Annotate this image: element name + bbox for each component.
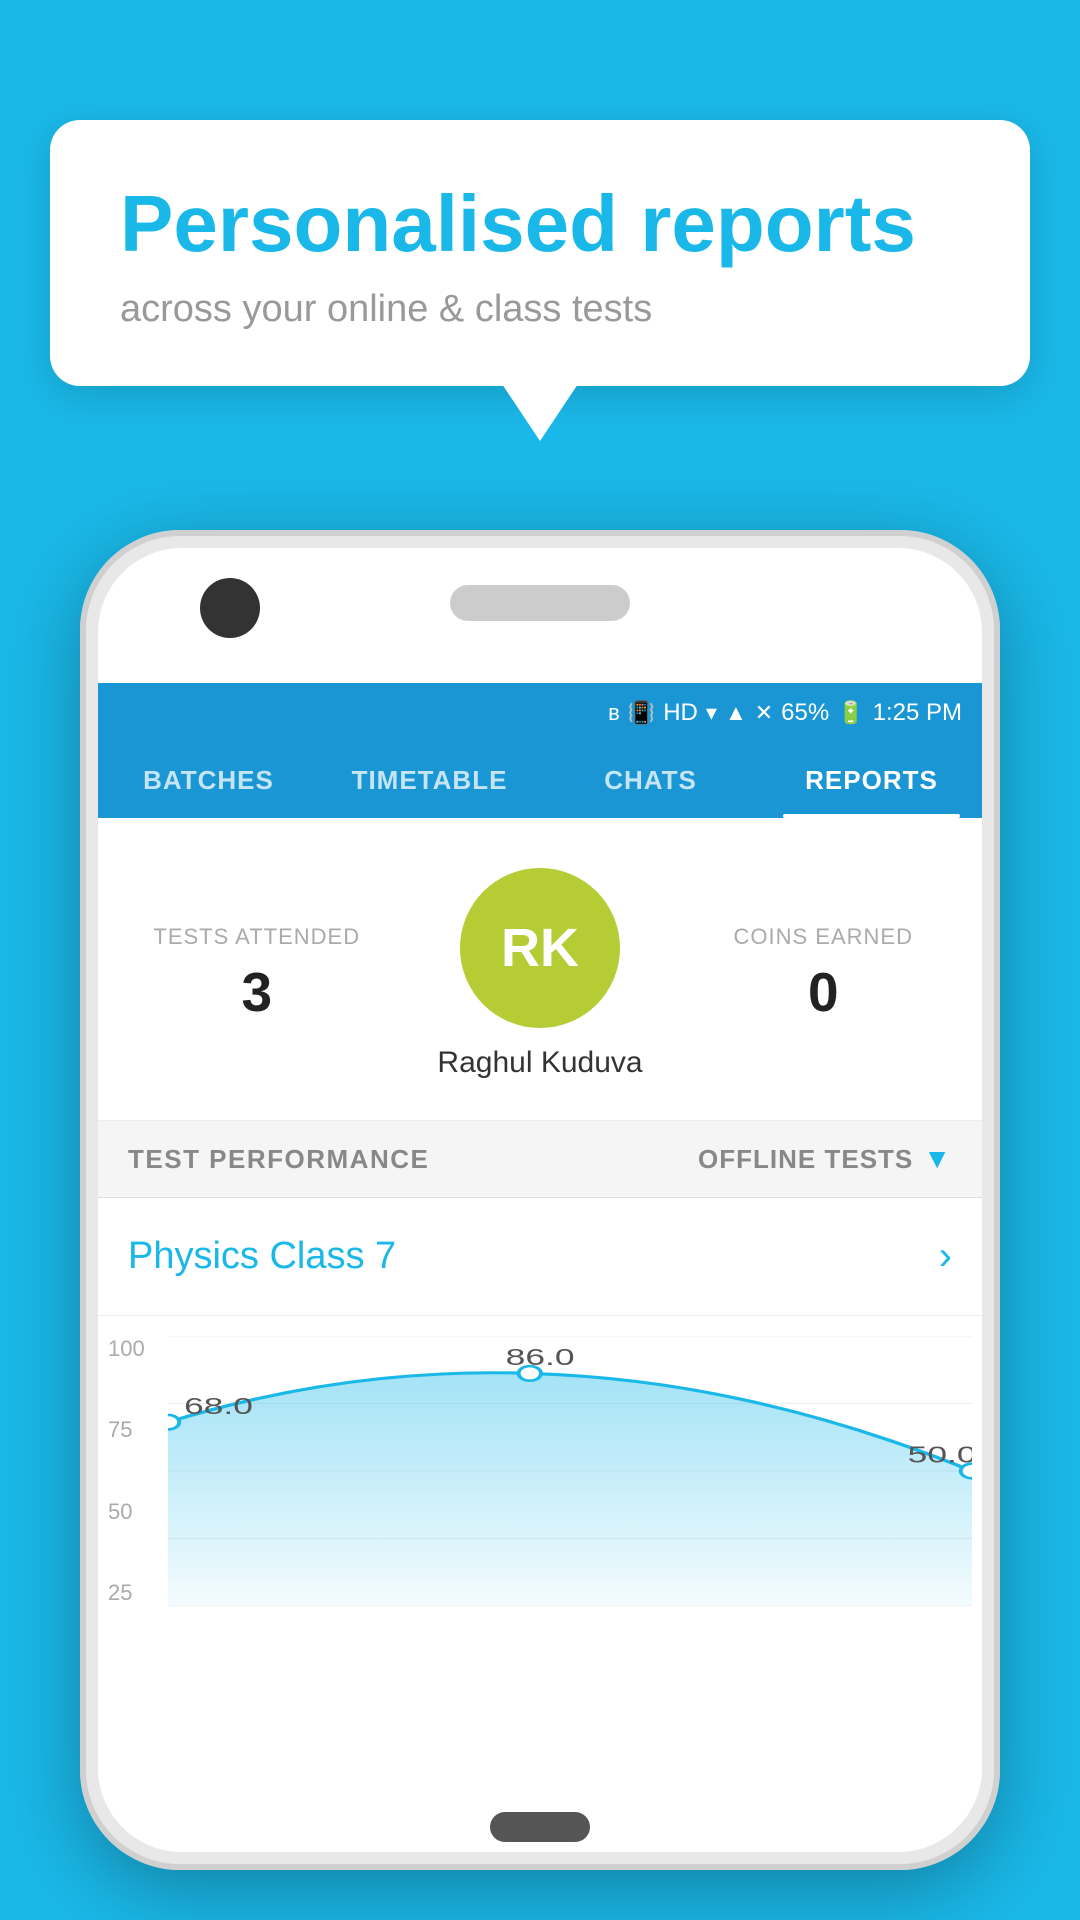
avatar-initials: RK	[501, 917, 579, 979]
chart-area: 68.0 86.0 50.0	[168, 1336, 972, 1606]
chart-label-1: 68.0	[184, 1394, 253, 1419]
tab-batches[interactable]: BATCHES	[98, 743, 319, 818]
tab-chats[interactable]: CHATS	[540, 743, 761, 818]
vibrate-icon: 📳	[628, 700, 655, 726]
signal-icon: ▲	[725, 700, 747, 726]
screen: ʙ 📳 HD ▾ ▲ ✕ 65% 🔋 1:25 PM BATCHES TIMET…	[98, 683, 982, 1852]
class-arrow-icon: ›	[939, 1234, 952, 1279]
phone-home-button[interactable]	[490, 1812, 590, 1842]
battery-level: 65%	[781, 699, 829, 727]
chart-y-labels: 100 75 50 25	[108, 1336, 145, 1606]
chart-fill	[168, 1373, 972, 1606]
profile-name: Raghul Kuduva	[437, 1046, 642, 1080]
speech-bubble-title: Personalised reports	[120, 180, 960, 268]
y-label-100: 100	[108, 1336, 145, 1362]
performance-header: TEST PERFORMANCE OFFLINE TESTS ▼	[98, 1121, 982, 1198]
signal-x-icon: ✕	[755, 700, 773, 726]
performance-title: TEST PERFORMANCE	[128, 1144, 429, 1175]
offline-tests-label: OFFLINE TESTS	[698, 1144, 913, 1175]
chart-label-3: 50.0	[908, 1443, 972, 1468]
coins-earned-value: 0	[695, 960, 953, 1024]
chart-svg: 68.0 86.0 50.0	[168, 1336, 972, 1606]
avatar: RK	[460, 868, 620, 1028]
chart-label-2: 86.0	[506, 1345, 575, 1370]
tab-reports[interactable]: REPORTS	[761, 743, 982, 818]
tests-attended-value: 3	[128, 960, 386, 1024]
y-label-25: 25	[108, 1580, 145, 1606]
status-bar: ʙ 📳 HD ▾ ▲ ✕ 65% 🔋 1:25 PM	[98, 683, 982, 743]
speech-bubble-subtitle: across your online & class tests	[120, 288, 960, 331]
class-item[interactable]: Physics Class 7 ›	[98, 1198, 982, 1316]
tab-timetable[interactable]: TIMETABLE	[319, 743, 540, 818]
phone-camera	[200, 578, 260, 638]
speech-bubble: Personalised reports across your online …	[50, 120, 1030, 386]
bluetooth-icon: ʙ	[608, 700, 620, 726]
chart-container: 100 75 50 25	[98, 1316, 982, 1636]
coins-earned-stat: COINS EARNED 0	[695, 924, 953, 1024]
y-label-50: 50	[108, 1499, 145, 1525]
tests-attended-stat: TESTS ATTENDED 3	[128, 924, 386, 1024]
phone-inner: ʙ 📳 HD ▾ ▲ ✕ 65% 🔋 1:25 PM BATCHES TIMET…	[98, 548, 982, 1852]
chevron-down-icon: ▼	[923, 1143, 952, 1175]
battery-icon: 🔋	[837, 700, 864, 726]
y-label-75: 75	[108, 1417, 145, 1443]
profile-section: TESTS ATTENDED 3 RK Raghul Kuduva COINS …	[98, 818, 982, 1121]
wifi-icon: ▾	[706, 700, 717, 726]
class-name: Physics Class 7	[128, 1235, 396, 1278]
phone-frame: ʙ 📳 HD ▾ ▲ ✕ 65% 🔋 1:25 PM BATCHES TIMET…	[80, 530, 1000, 1870]
nav-tabs: BATCHES TIMETABLE CHATS REPORTS	[98, 743, 982, 818]
hd-label: HD	[663, 699, 698, 727]
offline-tests-filter[interactable]: OFFLINE TESTS ▼	[698, 1143, 952, 1175]
time-display: 1:25 PM	[873, 699, 962, 727]
coins-earned-label: COINS EARNED	[695, 924, 953, 950]
phone-speaker	[450, 585, 630, 621]
tests-attended-label: TESTS ATTENDED	[128, 924, 386, 950]
chart-point-1	[168, 1415, 179, 1430]
profile-avatar-container: RK Raghul Kuduva	[386, 868, 695, 1080]
